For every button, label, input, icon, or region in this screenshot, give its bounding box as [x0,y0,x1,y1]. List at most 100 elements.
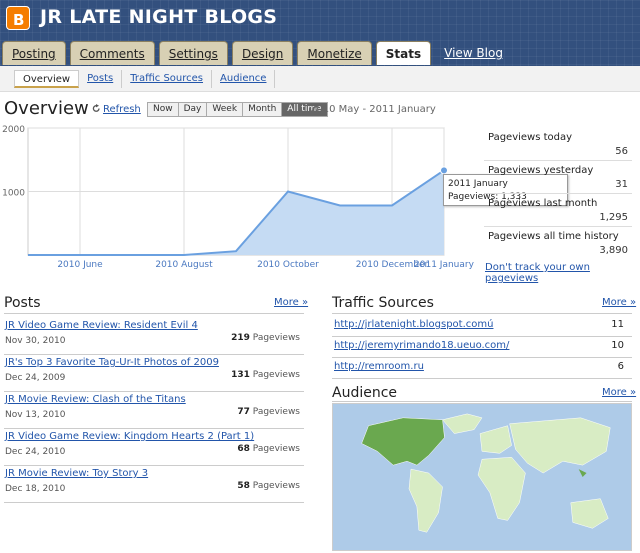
list-item: http://jrlatenight.blogspot.comú 11 [332,316,632,337]
logo-letter: B [13,11,25,29]
post-view-unit: Pageviews [252,370,300,380]
traffic-url-link[interactable]: http://jeremyrimando18.ueuo.com/ [334,340,509,351]
stat-value: 1,295 [599,212,628,223]
traffic-sources-title: Traffic Sources [332,295,434,311]
range-month[interactable]: Month [242,102,283,117]
posts-more-link[interactable]: More » [274,297,308,308]
audience-more-link[interactable]: More » [602,387,636,398]
list-item: http://jeremyrimando18.ueuo.com/ 10 [332,337,632,358]
post-view-count: 131 [231,370,250,380]
traffic-url-link[interactable]: http://remroom.ru [334,361,424,372]
post-title-link[interactable]: JR's Top 3 Favorite Tag-Ur-It Photos of … [5,357,219,368]
post-view-unit: Pageviews [252,407,300,417]
x-tick-label: 2011 January [414,260,475,270]
traffic-url-link[interactable]: http://jrlatenight.blogspot.comú [334,319,493,330]
tab-posting[interactable]: Posting [2,41,66,65]
posts-list: JR Video Game Review: Resident Evil 4 No… [4,318,304,503]
post-view-count: 58 [237,481,250,491]
post-view-count: 68 [237,444,250,454]
subtab-traffic-sources[interactable]: Traffic Sources [122,70,213,88]
traffic-count: 11 [611,319,624,330]
data-point[interactable] [440,166,448,175]
stat-label: Pageviews yesterday [488,165,594,176]
post-date: Nov 30, 2010 [5,336,66,346]
list-item: http://remroom.ru 6 [332,358,632,379]
audience-title: Audience [332,385,398,401]
tab-settings[interactable]: Settings [158,41,228,65]
post-views: 219 Pageviews [231,333,300,343]
list-item: JR's Top 3 Favorite Tag-Ur-It Photos of … [4,355,304,392]
post-title-link[interactable]: JR Video Game Review: Kingdom Hearts 2 (… [5,431,254,442]
view-blog-link[interactable]: View Blog [435,41,512,65]
blog-title: JR LATE NIGHT BLOGS [40,6,278,28]
post-views: 77 Pageviews [237,407,300,417]
post-view-count: 77 [237,407,250,417]
range-now[interactable]: Now [147,102,179,117]
pageview-stats: Pageviews today 56 Pageviews yesterday 3… [484,128,632,260]
post-title-link[interactable]: JR Movie Review: Toy Story 3 [5,468,148,479]
main-tabs: Posting Comments Settings Design Monetiz… [2,41,512,65]
blogger-header: B JR LATE NIGHT BLOGS Posting Comments S… [0,0,640,70]
x-tick-label: 2010 August [155,260,213,270]
date-range-label: 2010 May - 2011 January [310,104,436,115]
range-day[interactable]: Day [177,102,208,117]
list-item: JR Video Game Review: Resident Evil 4 No… [4,318,304,355]
refresh-icon[interactable] [92,104,101,113]
stat-today: Pageviews today 56 [484,128,632,161]
y-tick-label: 2000 [2,125,25,135]
traffic-count: 10 [611,340,624,351]
subtab-overview[interactable]: Overview [14,70,80,88]
traffic-more-link[interactable]: More » [602,297,636,308]
post-date: Dec 24, 2009 [5,373,66,383]
stat-label: Pageviews last month [488,198,598,209]
post-views: 58 Pageviews [237,481,300,491]
series-area [28,170,444,255]
y-tick-label: 1000 [2,189,25,199]
tab-stats[interactable]: Stats [375,41,432,65]
post-view-unit: Pageviews [252,444,300,454]
tab-design[interactable]: Design [231,41,294,65]
traffic-count: 6 [617,361,624,372]
post-date: Dec 24, 2010 [5,447,66,457]
stat-value: 31 [615,179,628,190]
subtab-posts[interactable]: Posts [79,70,123,88]
audience-world-map[interactable] [332,403,632,551]
posts-title: Posts [4,295,41,311]
traffic-divider [332,313,632,314]
stats-subnav: Overview Posts Traffic Sources Audience [0,66,640,92]
x-tick-label: 2010 October [257,260,319,270]
time-range-selector: Now Day Week Month All time [147,102,328,117]
post-title-link[interactable]: JR Movie Review: Clash of the Titans [5,394,186,405]
post-view-unit: Pageviews [252,481,300,491]
stat-value: 56 [615,146,628,157]
tab-monetize[interactable]: Monetize [297,41,372,65]
pageviews-chart[interactable]: 2000 1000 2010 June 2010 August 2010 October… [0,120,480,270]
traffic-sources-list: http://jrlatenight.blogspot.comú 11 http… [332,316,632,379]
post-view-count: 219 [231,333,250,343]
posts-divider [4,313,304,314]
dont-track-link[interactable]: Don't track your own pageviews [485,262,640,284]
tab-comments[interactable]: Comments [69,41,155,65]
refresh-link[interactable]: Refresh [103,104,141,115]
stat-last-month: Pageviews last month 1,295 [484,194,632,227]
post-view-unit: Pageviews [252,333,300,343]
stat-label: Pageviews today [488,132,573,143]
stat-label: Pageviews all time history [488,231,619,242]
x-tick-label: 2010 June [57,260,103,270]
post-date: Dec 18, 2010 [5,484,66,494]
post-title-link[interactable]: JR Video Game Review: Resident Evil 4 [5,320,198,331]
audience-divider [332,401,632,402]
list-item: JR Movie Review: Clash of the Titans Nov… [4,392,304,429]
post-views: 131 Pageviews [231,370,300,380]
stat-yesterday: Pageviews yesterday 31 [484,161,632,194]
stat-value: 3,890 [599,245,628,256]
overview-title: Overview [4,98,89,119]
stat-all-time: Pageviews all time history 3,890 [484,227,632,260]
post-date: Nov 13, 2010 [5,410,66,420]
subtab-audience[interactable]: Audience [212,70,276,88]
range-week[interactable]: Week [206,102,244,117]
list-item: JR Movie Review: Toy Story 3 Dec 18, 201… [4,466,304,503]
list-item: JR Video Game Review: Kingdom Hearts 2 (… [4,429,304,466]
blogger-logo-icon[interactable]: B [6,6,30,30]
post-views: 68 Pageviews [237,444,300,454]
